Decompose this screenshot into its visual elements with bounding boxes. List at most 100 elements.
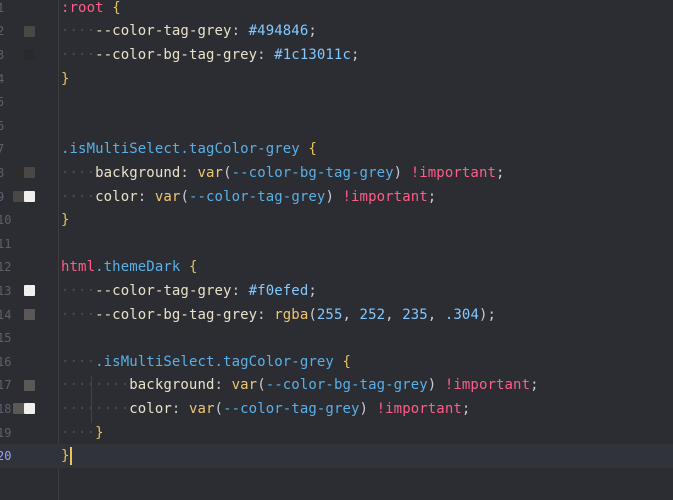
color-swatch-icon[interactable] (13, 403, 24, 415)
code-line[interactable]: 10} (0, 208, 673, 232)
line-number: 3 (0, 47, 5, 62)
code-token: ; (427, 188, 437, 205)
code-token: : (137, 188, 155, 205)
color-swatch-icon[interactable] (24, 308, 35, 320)
code-line[interactable]: 9 ····color: var(--color-tag-grey) !impor… (0, 185, 673, 209)
code-line[interactable]: 2 ····--color-tag-grey: #494846; (0, 20, 673, 44)
code-text: ········background: var(--color-bg-tag-g… (61, 377, 539, 393)
code-token: color (129, 400, 172, 417)
code-line[interactable]: 19 ····} (0, 421, 673, 445)
code-token: : (257, 306, 275, 323)
code-token: var (154, 188, 181, 205)
code-token: var (197, 164, 224, 181)
code-line[interactable]: 18 ········color: var(--color-tag-grey) !… (0, 397, 673, 421)
code-token: .tagColor-grey (180, 141, 300, 158)
code-text: ····color: var(--color-tag-grey) !import… (61, 189, 436, 205)
code-token: !important (376, 400, 462, 417)
code-editor[interactable]: 1:root {2 ····--color-tag-grey: #494846; 3… (0, 0, 673, 500)
code-token: #1c13011c (274, 46, 351, 63)
code-token: : (257, 46, 275, 63)
color-swatch-icon[interactable] (24, 167, 35, 179)
code-token: --color-bg-tag-grey (231, 164, 394, 181)
color-swatch-icon[interactable] (24, 25, 35, 37)
code-token: ) (393, 164, 411, 181)
color-swatch-icon[interactable] (24, 403, 35, 415)
code-line[interactable]: 8 ····background: var(--color-bg-tag-grey… (0, 161, 673, 185)
code-token: ········ (61, 377, 130, 394)
code-token: var (188, 400, 215, 417)
code-token: ( (308, 306, 317, 323)
line-number: 1 (0, 0, 5, 15)
code-line[interactable]: 3 ····--color-bg-tag-grey: #1c13011c; (0, 43, 673, 67)
line-number: 15 (0, 331, 12, 346)
code-line[interactable]: 5 (0, 90, 673, 114)
code-line[interactable]: 17 ········background: var(--color-bg-tag… (0, 374, 673, 398)
color-swatch-icon[interactable] (24, 379, 35, 391)
line-number: 13 (0, 283, 12, 298)
line-number: 12 (0, 260, 12, 275)
code-token: --color-bg-tag-grey (95, 306, 258, 323)
line-number: 2 (0, 24, 5, 39)
code-token: ( (257, 377, 266, 394)
code-text: ····--color-bg-tag-grey: #1c13011c; (61, 47, 360, 63)
line-number: 9 (0, 189, 5, 204)
code-text: ········color: var(--color-tag-grey) !im… (61, 401, 470, 417)
code-token: background (95, 164, 181, 181)
color-swatch-icon[interactable] (24, 190, 35, 202)
code-text: ····} (61, 425, 104, 441)
code-token: ( (214, 400, 224, 417)
code-line[interactable]: 14 ····--color-bg-tag-grey: rgba(255, 252… (0, 303, 673, 327)
code-token: } (61, 448, 70, 465)
color-swatch-icon[interactable] (13, 167, 24, 179)
code-token: .themeDark (95, 259, 181, 276)
code-token: --color-tag-grey (188, 188, 326, 205)
code-token: ···· (61, 164, 96, 181)
code-line[interactable]: 15 (0, 326, 673, 350)
line-number: 14 (0, 307, 12, 322)
code-line[interactable]: 16 ····.isMultiSelect.tagColor-grey { (0, 350, 673, 374)
code-token: , (385, 306, 403, 323)
code-text: html.themeDark { (61, 259, 197, 275)
code-token: .isMultiSelect (95, 353, 215, 370)
code-token: ) (427, 377, 445, 394)
code-line[interactable]: 4} (0, 67, 673, 91)
code-line[interactable]: 11 (0, 232, 673, 256)
line-number: 17 (0, 378, 12, 393)
code-token: var (231, 377, 258, 394)
code-token: : (231, 282, 249, 299)
code-token: --color-tag-grey (95, 282, 232, 299)
code-token: #f0efed (248, 282, 309, 299)
color-swatch-icon[interactable] (24, 285, 35, 297)
code-token: , (342, 306, 360, 323)
line-number: 20 (0, 449, 12, 464)
code-token: .304 (444, 306, 479, 323)
line-number: 10 (0, 213, 12, 228)
line-number: 8 (0, 165, 5, 180)
code-token: ( (223, 164, 232, 181)
code-line[interactable]: 13 ····--color-tag-grey: #f0efed; (0, 279, 673, 303)
code-token: --color-tag-grey (223, 400, 360, 417)
code-token: ; (308, 23, 317, 40)
color-swatch-icon[interactable] (13, 190, 24, 202)
code-token: 255 (316, 306, 343, 323)
code-line[interactable]: 12 html.themeDark { (0, 256, 673, 280)
code-line[interactable]: 6 (0, 114, 673, 138)
code-token: ; (308, 282, 317, 299)
color-swatch-icon[interactable] (24, 49, 35, 61)
line-number: 6 (0, 118, 5, 133)
code-token: ; (496, 164, 505, 181)
code-token: ); (478, 306, 497, 323)
line-number: 11 (0, 236, 12, 251)
code-line[interactable]: 7 .isMultiSelect.tagColor-grey { (0, 138, 673, 162)
code-token: --color-bg-tag-grey (95, 46, 258, 63)
code-token: ; (461, 400, 471, 417)
code-token: !important (444, 377, 531, 394)
code-token: { (308, 141, 317, 158)
code-token: : (214, 377, 232, 394)
code-line[interactable]: 1:root { (0, 0, 673, 20)
code-text: } (61, 447, 72, 466)
code-token: } (61, 212, 70, 229)
code-token: ···· (61, 353, 96, 370)
code-text: ····--color-tag-grey: #f0efed; (61, 283, 317, 299)
code-line[interactable]: 20} (0, 444, 673, 468)
